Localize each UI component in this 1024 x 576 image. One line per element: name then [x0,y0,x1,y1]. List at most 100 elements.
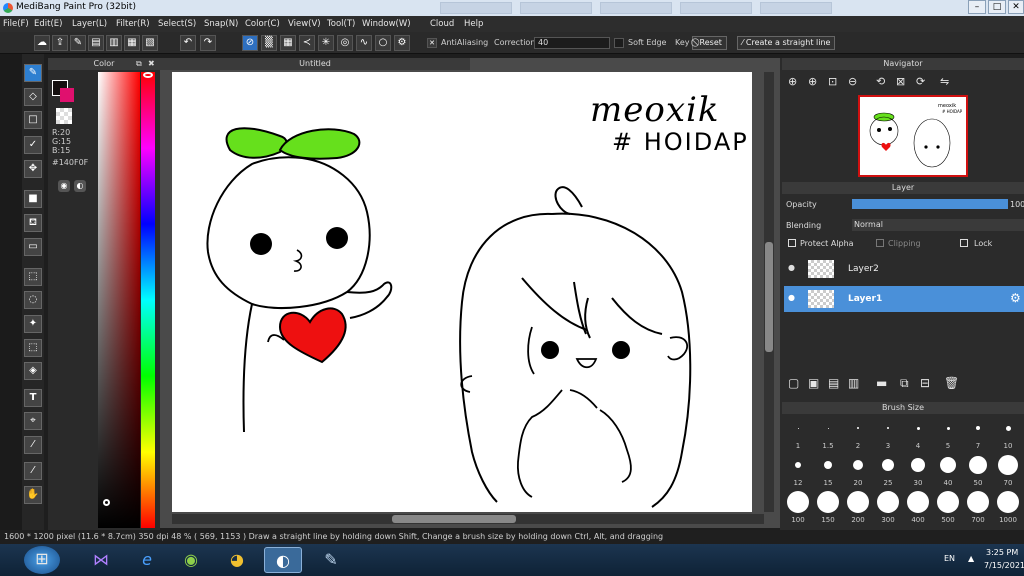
layer-row-layer2[interactable]: ● Layer2 [784,256,1024,282]
brush-size-cell[interactable]: 15 [814,453,842,487]
settings-icon[interactable]: ⚙ [394,35,410,51]
start-icon[interactable]: ⊞ [24,546,60,574]
layer-row-layer1[interactable]: ● Layer1 ⚙ [784,286,1024,312]
delete-layer-icon[interactable]: 🗑 [944,376,959,390]
brush-size-cell[interactable]: 10 [994,416,1022,450]
dot-tool-icon[interactable]: □ [24,111,42,129]
tray-arrow-icon[interactable]: ▲ [968,554,974,563]
select-eraser-icon[interactable]: ◈ [24,362,42,380]
divide-tool-icon[interactable]: ⁄ [24,462,42,480]
saturation-box[interactable] [98,72,140,528]
background-tab[interactable] [760,2,832,14]
zoom-in-icon[interactable]: ⊕ [788,75,797,88]
curve-icon[interactable]: ∿ [356,35,372,51]
maps-icon[interactable]: ◉ [172,547,210,573]
horizontal-scrollbar[interactable] [172,514,764,524]
background-tab[interactable] [440,2,512,14]
select-pen-icon[interactable]: ✓ [24,136,42,154]
brush-size-cell[interactable]: 30 [904,453,932,487]
visual-studio-icon[interactable]: ⋈ [82,547,120,573]
maximize-button[interactable]: □ [988,0,1006,14]
horizontal-scroll-thumb[interactable] [392,515,516,523]
drawing-canvas[interactable]: meoxik # HOIDAP [172,72,752,512]
hand-tool-icon[interactable]: ✋ [24,486,42,504]
eraser-tool-icon[interactable]: ◇ [24,88,42,106]
share-icon[interactable]: ⇪ [52,35,68,51]
opacity-slider[interactable] [852,199,1008,209]
merge-down-icon[interactable]: ⊟ [920,376,930,390]
transparent-swatch[interactable] [56,108,72,124]
brush-size-cell[interactable]: 50 [964,453,992,487]
background-tab[interactable] [600,2,672,14]
gear-icon[interactable]: ⚙ [1010,291,1021,305]
undo-icon[interactable]: ↶ [180,35,196,51]
reset-view-icon[interactable]: ⊠ [896,75,905,88]
vertical-scrollbar[interactable] [764,72,774,512]
text-tool-icon[interactable]: T [24,389,42,407]
new-8bit-layer-icon[interactable]: ▤ [828,376,839,390]
menu-filter[interactable]: Filter(R) [116,19,150,29]
layout-icon[interactable]: ▦ [124,35,140,51]
clock-time[interactable]: 3:25 PM [986,548,1018,557]
cloud-icon[interactable]: ☁ [34,35,50,51]
protect-alpha-checkbox[interactable] [788,239,796,247]
menu-edit[interactable]: Edit(E) [34,19,62,29]
antialiasing-checkbox[interactable]: ✕ [427,38,437,48]
clock-date[interactable]: 7/15/2021 [984,561,1024,570]
brush-size-cell[interactable]: 1000 [994,490,1022,524]
navigator-preview[interactable]: meoxik # HOIDAP [858,95,968,177]
palette-icon[interactable]: ◉ [58,180,70,192]
hatch-icon[interactable]: ▒ [261,35,277,51]
brush-size-cell[interactable]: 1.5 [814,416,842,450]
close-button[interactable]: ✕ [1008,0,1024,14]
medibang-icon[interactable]: ◐ [264,547,302,573]
menu-layer[interactable]: Layer(L) [72,19,107,29]
brush-size-cell[interactable]: 1 [784,416,812,450]
brush-size-cell[interactable]: 700 [964,490,992,524]
ellipse-icon[interactable]: ○ [375,35,391,51]
grid-icon[interactable]: ▦ [280,35,296,51]
brush-size-cell[interactable]: 150 [814,490,842,524]
move-tool-icon[interactable]: ✥ [24,160,42,178]
brush-size-cell[interactable]: 20 [844,453,872,487]
menu-file[interactable]: File(F) [3,19,29,29]
brush-size-cell[interactable]: 200 [844,490,872,524]
visibility-icon[interactable]: ● [788,293,795,302]
zoom-in-icon[interactable]: ⊕ [808,75,817,88]
new-layer-icon[interactable]: ▢ [788,376,799,390]
select-rect-icon[interactable]: ⬚ [24,268,42,286]
chrome-icon[interactable]: ◕ [218,547,256,573]
lock-checkbox[interactable] [960,239,968,247]
lasso-tool-icon[interactable]: ◌ [24,291,42,309]
brush-size-cell[interactable]: 3 [874,416,902,450]
brush-size-cell[interactable]: 40 [934,453,962,487]
panel-icon[interactable]: ▧ [142,35,158,51]
background-tab[interactable] [520,2,592,14]
radial-icon[interactable]: ✳ [318,35,334,51]
menu-help[interactable]: Help [464,19,483,29]
reset-button[interactable]: ⃠ Reset [692,36,727,50]
close-panel-icon[interactable]: ✖ [148,59,155,68]
gradient-tool-icon[interactable]: ▭ [24,238,42,256]
menu-snap[interactable]: Snap(N) [204,19,238,29]
brush-size-cell[interactable]: 2 [844,416,872,450]
correction-input[interactable]: 40 [534,37,610,49]
brush-size-cell[interactable]: 400 [904,490,932,524]
comment-icon[interactable]: ✎ [70,35,86,51]
eyedropper-tool-icon[interactable]: ⁄ [24,436,42,454]
edge-icon[interactable]: e [128,547,166,573]
rotate-right-icon[interactable]: ⟳ [916,75,925,88]
perspective-icon[interactable]: ≺ [299,35,315,51]
float-panel-icon[interactable]: ⧉ [136,59,142,69]
brush-size-cell[interactable]: 100 [784,490,812,524]
hue-handle[interactable] [143,72,153,78]
brush-tool-icon[interactable]: ✎ [24,64,42,82]
brush-size-cell[interactable]: 300 [874,490,902,524]
operation-tool-icon[interactable]: ⌖ [24,412,42,430]
brush-size-cell[interactable]: 25 [874,453,902,487]
visibility-icon[interactable]: ● [788,263,795,272]
redo-icon[interactable]: ↷ [200,35,216,51]
menu-window[interactable]: Window(W) [362,19,411,29]
secondary-color-swatch[interactable] [60,88,74,102]
brush-size-cell[interactable]: 70 [994,453,1022,487]
